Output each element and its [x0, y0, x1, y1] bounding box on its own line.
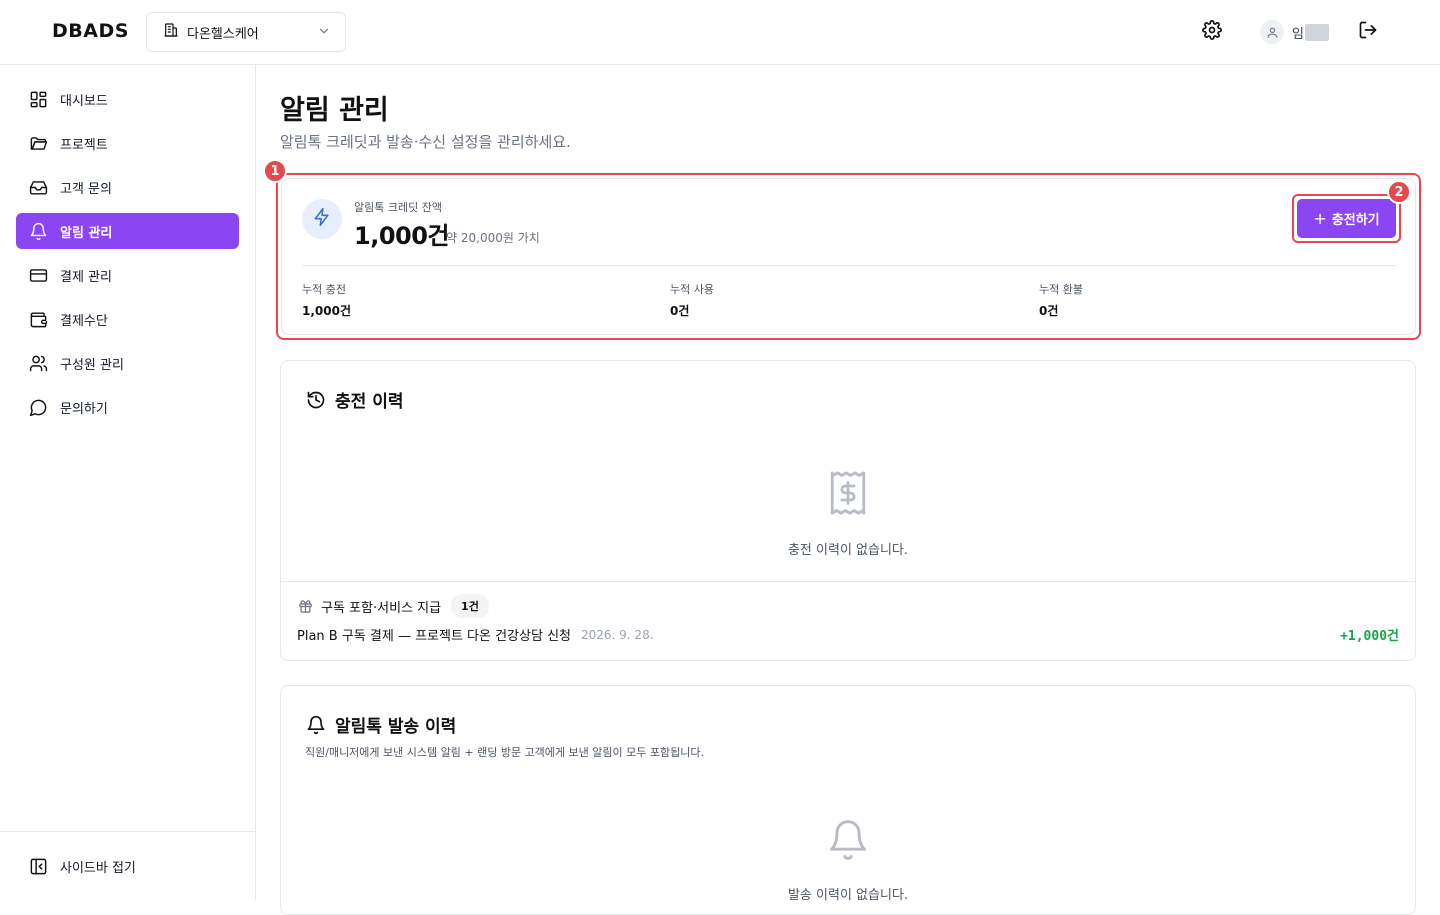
organization-name: 다온헬스케어: [187, 26, 259, 42]
history-icon: [305, 389, 327, 411]
page-title: 알림 관리: [280, 95, 389, 126]
panel-collapse-icon: [28, 856, 48, 876]
bell-icon: [28, 221, 48, 241]
subscription-label: 구독 포함·서비스 지급: [321, 600, 442, 616]
folder-icon: [28, 133, 48, 153]
sidebar-item-label: 프로젝트: [60, 137, 108, 153]
stat-total-charged: 누적 충전 1,000건: [302, 281, 351, 319]
sidebar-item-billing[interactable]: 결제 관리: [16, 257, 239, 293]
sidebar-item-label: 구성원 관리: [60, 357, 124, 373]
sidebar-item-dashboard[interactable]: 대시보드: [16, 81, 239, 117]
section-description: 직원/매니저에게 보낸 시스템 알림 + 랜딩 방문 고객에게 보낸 알림이 모…: [305, 746, 704, 759]
sidebar-item-label: 고객 문의: [60, 181, 112, 197]
sidebar-item-contact[interactable]: 문의하기: [16, 389, 239, 425]
collapse-sidebar-label: 사이드바 접기: [60, 860, 136, 876]
count-badge: 1건: [451, 594, 489, 618]
sidebar-item-payment-methods[interactable]: 결제수단: [16, 301, 239, 337]
credit-balance-card: 알림톡 크레딧 잔액 1,000건 약 20,000원 가치 + 충전하기 누적…: [281, 178, 1416, 335]
bell-empty-icon: [826, 816, 870, 868]
history-row-date: 2026. 9. 28.: [581, 627, 654, 642]
charge-button[interactable]: + 충전하기: [1297, 199, 1396, 238]
logo[interactable]: DBADS: [52, 20, 129, 42]
stat-label: 누적 사용: [670, 283, 714, 296]
inbox-icon: [28, 177, 48, 197]
empty-state-text: 충전 이력이 없습니다.: [787, 543, 909, 558]
divider: [281, 581, 1415, 582]
users-icon: [28, 353, 48, 373]
top-header: DBADS 다온헬스케어 임: [0, 0, 1440, 65]
credit-card-icon: [28, 265, 48, 285]
stat-value: 0건: [670, 304, 690, 318]
logout-icon: [1358, 20, 1378, 44]
annotation-badge-1: 1: [263, 159, 287, 183]
lightning-icon: [312, 207, 332, 231]
stat-total-used: 누적 사용 0건: [670, 281, 714, 319]
charge-history-empty-state: 충전 이력이 없습니다.: [281, 469, 1415, 558]
history-row-amount: +1,000건: [1340, 629, 1399, 644]
annotation-badge-2: 2: [1387, 180, 1411, 204]
building-icon: [163, 22, 179, 42]
chevron-down-icon: [317, 23, 331, 42]
section-title: 충전 이력: [305, 387, 403, 412]
charge-history-section: 충전 이력 충전 이력이 없습니다. 구독 포함·서비스 지급 1건 Plan …: [280, 360, 1416, 661]
charge-button-label: 충전하기: [1331, 213, 1380, 228]
sidebar: 대시보드 프로젝트 고객 문의 알림 관리 결제 관리 결제수단 구성원 관리 …: [0, 65, 256, 900]
gear-icon: [1202, 20, 1222, 44]
credit-icon-circle: [302, 199, 342, 239]
receipt-icon: [827, 469, 869, 521]
stat-label: 누적 충전: [302, 283, 346, 296]
stat-value: 0건: [1039, 304, 1059, 318]
send-history-empty-state: 발송 이력이 없습니다.: [281, 816, 1415, 903]
stat-total-refunded: 누적 환불 0건: [1039, 281, 1083, 319]
credit-amount: 1,000건: [354, 222, 450, 250]
collapse-sidebar-button[interactable]: 사이드바 접기: [28, 856, 136, 876]
redacted-name: [1304, 23, 1329, 41]
credit-value: 약 20,000원 가치: [446, 231, 540, 245]
section-title: 알림톡 발송 이력: [305, 712, 456, 737]
sidebar-item-label: 알림 관리: [60, 225, 113, 241]
user-menu[interactable]: 임: [1260, 20, 1329, 44]
sidebar-item-label: 대시보드: [60, 93, 108, 109]
sidebar-item-notifications[interactable]: 알림 관리: [16, 213, 239, 249]
section-title-text: 충전 이력: [335, 392, 404, 412]
sidebar-item-label: 결제수단: [60, 313, 108, 329]
history-row-text: Plan B 구독 결제 — 프로젝트 다온 건강상담 신청: [297, 629, 571, 644]
history-row: Plan B 구독 결제 — 프로젝트 다온 건강상담 신청 2026. 9. …: [297, 625, 1399, 645]
empty-state-text: 발송 이력이 없습니다.: [787, 888, 909, 903]
section-title-text: 알림톡 발송 이력: [335, 717, 457, 737]
divider: [302, 265, 1396, 266]
sidebar-item-label: 결제 관리: [60, 269, 112, 285]
grid-icon: [28, 89, 48, 109]
subscription-grant-header: 구독 포함·서비스 지급 1건: [297, 594, 489, 618]
bell-icon: [305, 714, 327, 736]
send-history-section: 알림톡 발송 이력 직원/매니저에게 보낸 시스템 알림 + 랜딩 방문 고객에…: [280, 685, 1416, 915]
stat-label: 누적 환불: [1039, 283, 1083, 296]
credit-label: 알림톡 크레딧 잔액: [354, 201, 442, 214]
sidebar-nav: 대시보드 프로젝트 고객 문의 알림 관리 결제 관리 결제수단 구성원 관리 …: [16, 81, 239, 433]
message-icon: [28, 397, 48, 417]
logout-button[interactable]: [1356, 20, 1380, 44]
wallet-icon: [28, 309, 48, 329]
organization-select[interactable]: 다온헬스케어: [146, 12, 346, 52]
sidebar-item-members[interactable]: 구성원 관리: [16, 345, 239, 381]
avatar: [1260, 20, 1284, 44]
sidebar-item-label: 문의하기: [60, 401, 108, 417]
sidebar-item-projects[interactable]: 프로젝트: [16, 125, 239, 161]
sidebar-footer: 사이드바 접기: [0, 831, 255, 900]
page-subtitle: 알림톡 크레딧과 발송·수신 설정을 관리하세요.: [280, 133, 571, 151]
settings-button[interactable]: [1200, 20, 1224, 44]
user-name: 임: [1292, 26, 1304, 42]
sidebar-item-inquiries[interactable]: 고객 문의: [16, 169, 239, 205]
plus-icon: +: [1313, 209, 1327, 228]
stat-value: 1,000건: [302, 304, 351, 318]
gift-icon: [297, 598, 313, 614]
